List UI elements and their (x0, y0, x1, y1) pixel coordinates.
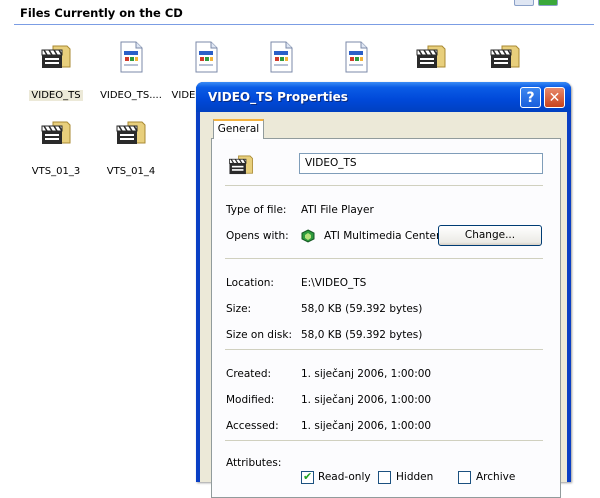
dvd-file-icon (189, 40, 223, 74)
file-name-field[interactable]: VIDEO_TS (299, 153, 543, 174)
opens-with-value: ATI Multimedia Center (324, 230, 441, 242)
dvd-file-icon (264, 40, 298, 74)
readonly-label[interactable]: Read-only (318, 471, 371, 483)
folder-video-icon (114, 116, 148, 150)
size-value: 58,0 KB (59.392 bytes) (301, 303, 423, 315)
tab-general[interactable]: General (213, 119, 264, 139)
group-header: Files Currently on the CD (20, 6, 183, 20)
divider (225, 258, 543, 259)
folder-video-icon (39, 116, 73, 150)
modified-value: 1. siječanj 2006, 1:00:00 (301, 394, 432, 406)
file-label: VTS_01_4 (106, 166, 156, 177)
file-label: VIDEO_TS.... (100, 90, 162, 101)
accessed-value: 1. siječanj 2006, 1:00:00 (301, 420, 432, 432)
dialog-client: General VIDEO_TS Type of file: ATI File … (200, 112, 567, 498)
dialog-title: VIDEO_TS Properties (208, 90, 348, 104)
dvd-file-icon (339, 40, 373, 74)
archive-label[interactable]: Archive (476, 471, 515, 483)
file-item[interactable]: VIDEO_TS.... (94, 40, 168, 101)
hidden-checkbox[interactable] (378, 471, 391, 484)
folder-video-icon (488, 40, 522, 74)
type-label: Type of file: (226, 204, 287, 216)
size-on-disk-label: Size on disk: (226, 329, 292, 341)
file-label: VIDEO_TS (29, 90, 83, 101)
window-control-gray[interactable] (514, 0, 534, 6)
archive-checkbox[interactable] (458, 471, 471, 484)
modified-label: Modified: (226, 394, 275, 406)
opens-with-label: Opens with: (226, 230, 289, 242)
close-button[interactable]: ✕ (544, 87, 565, 108)
help-button[interactable]: ? (520, 87, 541, 108)
location-label: Location: (226, 277, 274, 289)
ati-app-icon (301, 229, 315, 243)
location-value: E:\VIDEO_TS (301, 277, 367, 289)
folder-video-icon (39, 40, 73, 74)
created-label: Created: (226, 368, 272, 380)
properties-dialog: VIDEO_TS Properties ? ✕ General VIDEO_TS… (196, 82, 571, 498)
divider (225, 185, 543, 186)
general-panel: VIDEO_TS Type of file: ATI File Player O… (211, 138, 561, 498)
change-button[interactable]: Change... (438, 225, 542, 246)
size-label: Size: (226, 303, 252, 315)
type-value: ATI File Player (301, 204, 374, 216)
size-on-disk-value: 58,0 KB (59.392 bytes) (301, 329, 423, 341)
hidden-label[interactable]: Hidden (396, 471, 433, 483)
divider (225, 349, 543, 350)
file-item[interactable]: VTS_01_3 (19, 116, 93, 177)
readonly-checkbox[interactable]: ✔ (301, 470, 314, 484)
file-label: VTS_01_3 (31, 166, 81, 177)
created-value: 1. siječanj 2006, 1:00:00 (301, 368, 432, 380)
divider (225, 440, 543, 441)
file-item[interactable]: VTS_01_4 (94, 116, 168, 177)
check-icon: ✔ (303, 470, 313, 483)
folder-video-icon (414, 40, 448, 74)
attributes-label: Attributes: (226, 457, 282, 469)
folder-video-icon (226, 151, 256, 182)
window-control-green[interactable] (538, 0, 558, 6)
accessed-label: Accessed: (226, 420, 279, 432)
dialog-titlebar[interactable]: VIDEO_TS Properties ? ✕ (196, 82, 571, 112)
group-divider (14, 24, 594, 25)
dvd-file-icon (114, 40, 148, 74)
file-item[interactable]: VIDEO_TS (19, 40, 93, 101)
